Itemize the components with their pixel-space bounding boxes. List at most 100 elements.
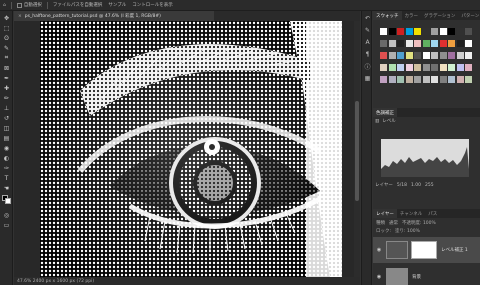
levels-gamma-value[interactable]: 1.00 bbox=[411, 183, 421, 188]
tab-gradient[interactable]: グラデーション bbox=[421, 11, 458, 20]
type-tool-icon[interactable]: T bbox=[2, 174, 11, 182]
color-swatch[interactable] bbox=[439, 64, 447, 71]
close-icon[interactable]: × bbox=[18, 14, 22, 19]
color-swatch[interactable] bbox=[380, 40, 387, 47]
color-swatch[interactable] bbox=[448, 76, 455, 83]
gradient-tool-icon[interactable]: ▤ bbox=[2, 134, 11, 142]
color-swatch[interactable] bbox=[422, 52, 430, 59]
color-swatch[interactable] bbox=[431, 52, 438, 59]
levels-white-value[interactable]: 255 bbox=[425, 183, 434, 188]
color-swatch[interactable] bbox=[431, 64, 438, 71]
document-canvas[interactable] bbox=[40, 21, 342, 277]
tab-paths[interactable]: パス bbox=[425, 209, 440, 218]
hand-tool-icon[interactable]: ☚ bbox=[2, 184, 11, 192]
paragraph-icon[interactable]: ¶ bbox=[364, 51, 371, 58]
canvas-scrollbar[interactable] bbox=[354, 21, 360, 277]
color-swatch[interactable] bbox=[380, 52, 387, 59]
color-swatch[interactable] bbox=[380, 76, 387, 83]
color-swatch[interactable] bbox=[431, 28, 438, 35]
screen-mode-icon[interactable]: ▭ bbox=[2, 221, 11, 229]
home-icon[interactable]: ⌂ bbox=[0, 0, 9, 11]
fill-field[interactable]: 塗り: 100% bbox=[395, 228, 420, 234]
tab-color[interactable]: カラー bbox=[402, 11, 422, 20]
color-swatch[interactable] bbox=[397, 76, 404, 83]
color-swatch[interactable] bbox=[388, 40, 396, 47]
quick-mask-icon[interactable]: ◎ bbox=[2, 211, 11, 219]
color-swatch[interactable] bbox=[422, 40, 430, 47]
color-swatch[interactable] bbox=[439, 40, 447, 47]
color-swatch[interactable] bbox=[439, 28, 447, 35]
auto-select-option[interactable]: ファイルパスを自動選択 bbox=[50, 0, 106, 11]
color-swatch[interactable] bbox=[465, 52, 472, 59]
color-swatch[interactable] bbox=[405, 28, 413, 35]
color-swatch[interactable] bbox=[397, 40, 404, 47]
color-swatch[interactable] bbox=[439, 52, 447, 59]
color-swatch[interactable] bbox=[388, 64, 396, 71]
color-swatch[interactable] bbox=[465, 76, 472, 83]
tab-pattern[interactable]: パターン bbox=[458, 11, 480, 20]
color-swatch[interactable] bbox=[448, 28, 455, 35]
color-swatch[interactable] bbox=[405, 64, 413, 71]
color-swatch[interactable] bbox=[422, 64, 430, 71]
history-brush-icon[interactable]: ↺ bbox=[2, 114, 11, 122]
dodge-tool-icon[interactable]: ◐ bbox=[2, 154, 11, 162]
color-swatch[interactable] bbox=[456, 28, 464, 35]
blur-tool-icon[interactable]: ◉ bbox=[2, 144, 11, 152]
tab-layers[interactable]: レイヤー bbox=[373, 209, 397, 218]
stamp-tool-icon[interactable]: ⊥ bbox=[2, 104, 11, 112]
tab-properties[interactable]: 色調補正 bbox=[373, 108, 397, 117]
color-swatch[interactable] bbox=[465, 40, 472, 47]
scrollbar-thumb[interactable] bbox=[355, 101, 359, 201]
opacity-field[interactable]: 不透明度: 100% bbox=[402, 220, 436, 226]
libraries-icon[interactable]: ▦ bbox=[364, 75, 371, 82]
color-swatch[interactable] bbox=[456, 40, 464, 47]
move-tool-icon[interactable]: ✥ bbox=[2, 14, 11, 22]
color-swatch[interactable] bbox=[414, 28, 421, 35]
color-swatch[interactable] bbox=[465, 28, 472, 35]
eraser-tool-icon[interactable]: ◫ bbox=[2, 124, 11, 132]
eyedropper-tool-icon[interactable]: ✒ bbox=[2, 74, 11, 82]
color-swatch[interactable] bbox=[422, 28, 430, 35]
color-swatch[interactable] bbox=[448, 64, 455, 71]
color-swatch[interactable] bbox=[397, 52, 404, 59]
pen-tool-icon[interactable]: ✑ bbox=[2, 164, 11, 172]
color-swatch[interactable] bbox=[448, 52, 455, 59]
color-swatch[interactable] bbox=[405, 52, 413, 59]
color-swatch[interactable] bbox=[414, 64, 421, 71]
color-swatch[interactable] bbox=[388, 52, 396, 59]
background-color-swatch[interactable] bbox=[5, 198, 11, 204]
crop-tool-icon[interactable]: ⌗ bbox=[2, 54, 11, 62]
sample-option[interactable]: サンプル bbox=[105, 0, 129, 11]
color-swatch[interactable] bbox=[448, 40, 455, 47]
tool-preset[interactable]: 自動選択 bbox=[14, 0, 45, 11]
color-swatch[interactable] bbox=[431, 76, 438, 83]
color-swatch[interactable] bbox=[414, 40, 421, 47]
show-controls-option[interactable]: コントロールを表示 bbox=[129, 0, 176, 11]
brush-settings-icon[interactable]: ✎ bbox=[364, 27, 371, 34]
character-icon[interactable]: A bbox=[364, 39, 371, 46]
color-swatch[interactable] bbox=[388, 28, 396, 35]
frame-tool-icon[interactable]: ⊠ bbox=[2, 64, 11, 72]
layer-row[interactable]: ◉ レベル補正 1 bbox=[373, 237, 480, 263]
layer-mask-thumbnail[interactable] bbox=[411, 241, 437, 259]
color-swatch[interactable] bbox=[414, 76, 421, 83]
document-tab[interactable]: × ps_halftone_pattern_tutorial.psd @ 47.… bbox=[14, 11, 214, 21]
levels-black-value[interactable]: 5/18 bbox=[397, 183, 407, 188]
color-swatch[interactable] bbox=[456, 64, 464, 71]
color-swatch[interactable] bbox=[380, 28, 387, 35]
color-swatch[interactable] bbox=[431, 40, 438, 47]
color-swatch[interactable] bbox=[405, 76, 413, 83]
marquee-tool-icon[interactable]: ⬚ bbox=[2, 24, 11, 32]
color-swatch[interactable] bbox=[414, 52, 421, 59]
color-swatch[interactable] bbox=[380, 64, 387, 71]
eye-icon[interactable]: ◉ bbox=[375, 247, 383, 253]
quick-select-tool-icon[interactable]: ✎ bbox=[2, 44, 11, 52]
color-swatch[interactable] bbox=[465, 64, 472, 71]
history-icon[interactable]: ↶ bbox=[364, 15, 371, 22]
color-swatch[interactable] bbox=[422, 76, 430, 83]
color-swatch[interactable] bbox=[405, 40, 413, 47]
color-swatch[interactable] bbox=[388, 76, 396, 83]
brush-tool-icon[interactable]: ✏ bbox=[2, 94, 11, 102]
eye-icon[interactable]: ◉ bbox=[375, 274, 383, 280]
tab-channels[interactable]: チャンネル bbox=[397, 209, 425, 218]
